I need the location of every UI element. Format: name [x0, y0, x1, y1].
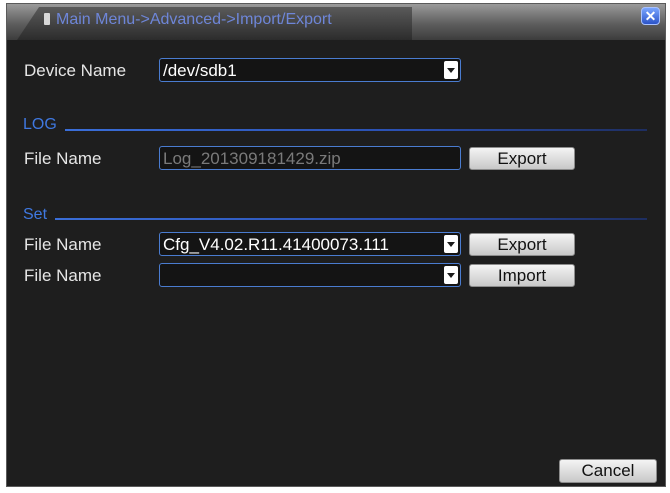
- close-button[interactable]: ✕: [641, 7, 660, 25]
- set-export-file-name-label: File Name: [24, 235, 102, 254]
- log-export-button[interactable]: Export: [469, 147, 575, 170]
- chevron-down-icon: [444, 266, 458, 284]
- chevron-down-icon: [444, 61, 458, 79]
- log-section-title: LOG: [23, 116, 57, 133]
- log-section-divider: [65, 129, 647, 131]
- set-section-title: Set: [23, 206, 48, 223]
- set-section-divider: [55, 218, 647, 220]
- device-name-select[interactable]: /dev/sdb1: [159, 58, 461, 82]
- cancel-button[interactable]: Cancel: [559, 459, 657, 483]
- log-file-name-label: File Name: [24, 149, 102, 168]
- close-icon: ✕: [644, 8, 657, 24]
- set-export-button[interactable]: Export: [469, 233, 575, 256]
- device-name-label: Device Name: [24, 61, 127, 80]
- menu-icon: [44, 13, 50, 25]
- title-bar: Main Menu->Advanced->Import/Export ✕: [7, 4, 665, 40]
- log-file-name-field: Log_201309181429.zip: [159, 146, 461, 170]
- set-export-file-select[interactable]: Cfg_V4.02.R11.41400073.111: [159, 232, 461, 256]
- log-file-name-value: Log_201309181429.zip: [163, 149, 341, 168]
- import-export-dialog: Main Menu->Advanced->Import/Export ✕ Dev…: [6, 3, 666, 487]
- set-import-button[interactable]: Import: [469, 264, 575, 287]
- chevron-down-icon: [444, 235, 458, 253]
- set-export-file-value: Cfg_V4.02.R11.41400073.111: [163, 235, 389, 254]
- device-name-value: /dev/sdb1: [163, 61, 237, 80]
- set-import-file-select[interactable]: [159, 263, 461, 287]
- set-import-file-name-label: File Name: [24, 266, 102, 285]
- window-title: Main Menu->Advanced->Import/Export: [56, 11, 332, 28]
